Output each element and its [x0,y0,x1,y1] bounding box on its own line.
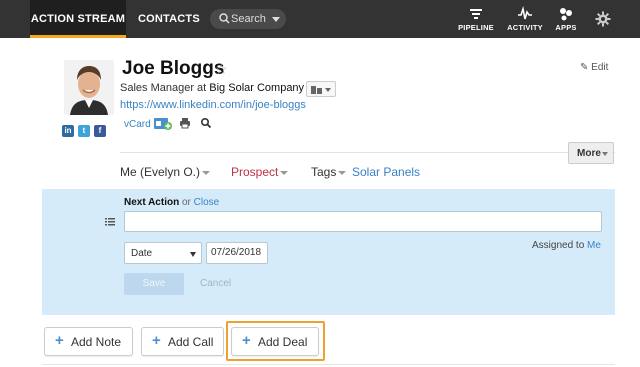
section-divider [120,152,615,153]
facebook-icon[interactable]: f [94,125,106,137]
org-dropdown-button[interactable] [306,81,336,97]
edit-label: Edit [591,62,609,73]
contact-page: ACTION STREAM CONTACTS Search PIPELINE A… [0,0,640,367]
add-note-button[interactable]: + Add Note [44,327,133,356]
tab-action-stream[interactable]: ACTION STREAM [30,0,126,38]
owner-dropdown[interactable]: Me (Evelyn O.) [120,165,211,179]
chevron-down-icon [190,252,196,257]
bottom-divider [42,364,615,365]
assignee-link[interactable]: Me [587,240,601,251]
more-label: More [577,148,601,159]
or-text: or [181,197,191,208]
plus-icon: + [55,332,64,349]
tag-item[interactable]: Solar Panels [352,165,420,179]
edit-button[interactable]: ✎ Edit [580,62,608,73]
pulse-icon [518,6,532,20]
linkedin-url-link[interactable]: https://www.linkedin.com/in/joe-bloggs [120,99,306,111]
plus-icon: + [152,332,161,349]
owner-label: Me (Evelyn O.) [120,165,201,179]
add-call-button[interactable]: + Add Call [141,327,224,356]
next-action-heading: Next Action or Close [124,197,219,208]
stage-label: Prospect [231,165,279,179]
date-type-select[interactable]: Date [124,242,202,264]
add-deal-highlight [226,321,325,361]
search-box[interactable]: Search [210,9,286,29]
date-input[interactable]: 07/26/2018 [206,242,268,264]
nav-activity[interactable]: ACTIVITY [505,0,545,38]
chevron-down-icon [272,17,280,22]
search-icon[interactable] [200,117,212,129]
assigned-prefix: Assigned to [532,240,585,251]
contact-subtitle: Sales Manager at Big Solar Company [120,82,304,94]
chevron-down-icon [602,152,608,156]
save-button[interactable]: Save [124,273,184,295]
nav-apps-label: APPS [555,23,577,32]
search-icon [219,13,230,24]
close-link[interactable]: Close [194,197,220,208]
tags-dropdown[interactable]: Tags [311,165,347,179]
gear-icon[interactable] [595,11,611,27]
linkedin-icon[interactable]: in [62,125,74,137]
building-icon [311,86,322,94]
chevron-down-icon [338,170,347,175]
print-icon[interactable] [179,117,191,129]
star-icon[interactable]: ☆ [215,61,228,78]
assigned-to: Assigned to Me [532,240,601,251]
cancel-button[interactable]: Cancel [200,278,231,289]
top-nav: ACTION STREAM CONTACTS Search PIPELINE A… [0,0,640,38]
chevron-down-icon [325,88,331,92]
nav-apps[interactable]: APPS [546,0,586,38]
next-action-input[interactable] [124,211,602,232]
list-icon [105,218,115,226]
filter-icon [470,9,482,19]
job-title: Sales Manager at [120,82,207,94]
tab-contacts[interactable]: CONTACTS [138,0,200,38]
company-name[interactable]: Big Solar Company [209,82,304,94]
chevron-down-icon [280,170,289,175]
next-action-title: Next Action [124,197,180,208]
add-contact-icon[interactable] [154,117,172,131]
tags-label: Tags [311,165,337,179]
search-label: Search [231,13,266,25]
vcard-link[interactable]: vCard [124,119,151,130]
more-button[interactable]: More [568,142,614,164]
contact-name: Joe Bloggs [122,58,225,79]
avatar [64,60,114,115]
pencil-icon: ✎ [580,62,589,73]
add-note-label: Add Note [71,335,122,349]
twitter-icon[interactable]: t [78,125,90,137]
nav-pipeline[interactable]: PIPELINE [456,0,496,38]
stage-dropdown[interactable]: Prospect [231,165,289,179]
apps-icon [560,8,572,21]
date-type-value: Date [131,248,153,259]
chevron-down-icon [202,170,211,175]
add-call-label: Add Call [168,335,214,349]
